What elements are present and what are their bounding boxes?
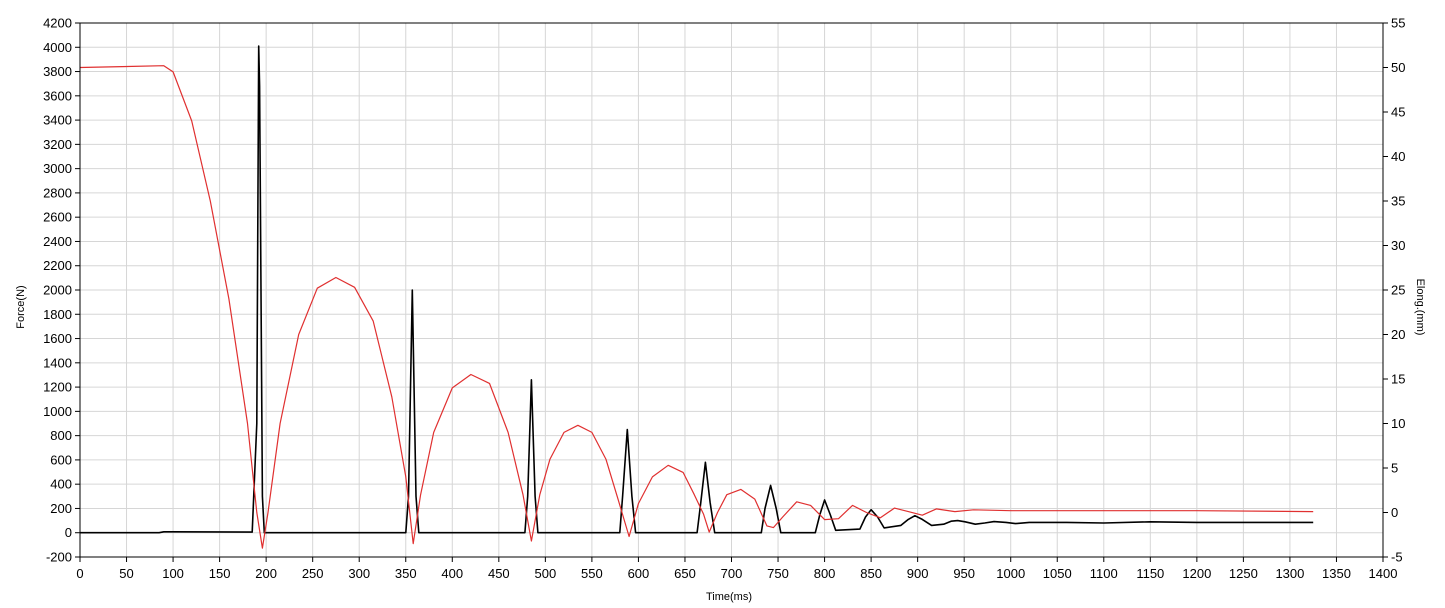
x-tick-label: 750 xyxy=(767,566,789,581)
y-tick-label: 2200 xyxy=(43,258,72,273)
x-tick-label: 1050 xyxy=(1043,566,1072,581)
y-tick-label: 600 xyxy=(50,452,72,467)
y-tick-label: 0 xyxy=(65,525,72,540)
grid-layer xyxy=(79,22,1384,558)
x-tick-label: 100 xyxy=(162,566,184,581)
x-tick-label: 700 xyxy=(721,566,743,581)
y-tick-label: 2800 xyxy=(43,185,72,200)
y-tick-label: 1800 xyxy=(43,307,72,322)
y-tick-label: 400 xyxy=(50,477,72,492)
x-tick-label: 300 xyxy=(348,566,370,581)
y2-tick-label: 5 xyxy=(1391,461,1398,476)
y2-tick-label: 30 xyxy=(1391,238,1405,253)
y-tick-label: 3800 xyxy=(43,64,72,79)
x-tick-label: 1400 xyxy=(1369,566,1398,581)
y-axis-left-title: Force(N) xyxy=(15,285,27,328)
y-tick-label: 4200 xyxy=(43,16,72,31)
y2-tick-label: 45 xyxy=(1391,105,1405,120)
x-tick-label: 350 xyxy=(395,566,417,581)
x-tick-label: 1250 xyxy=(1229,566,1258,581)
y-tick-label: 200 xyxy=(50,501,72,516)
x-tick-label: 1300 xyxy=(1275,566,1304,581)
y-tick-label: 1600 xyxy=(43,331,72,346)
x-tick-label: 650 xyxy=(674,566,696,581)
y-tick-label: 2600 xyxy=(43,210,72,225)
y-axis-right-title: Elong.(mm) xyxy=(1414,279,1426,336)
x-tick-label: 800 xyxy=(814,566,836,581)
y-tick-label: 2400 xyxy=(43,234,72,249)
y-tick-label: 4000 xyxy=(43,40,72,55)
y2-tick-label: 15 xyxy=(1391,372,1405,387)
x-tick-label: 1100 xyxy=(1090,566,1118,581)
x-tick-label: 0 xyxy=(76,566,83,581)
y2-tick-label: 35 xyxy=(1391,194,1405,209)
x-tick-label: 450 xyxy=(488,566,510,581)
x-tick-label: 1200 xyxy=(1182,566,1211,581)
x-tick-label: 1000 xyxy=(996,566,1025,581)
y-tick-label: 3200 xyxy=(43,137,72,152)
y2-tick-label: 55 xyxy=(1391,16,1405,31)
y-tick-label: -200 xyxy=(46,550,72,565)
y-tick-label: 1000 xyxy=(43,404,72,419)
y2-tick-label: 50 xyxy=(1391,60,1405,75)
y-tick-label: 3600 xyxy=(43,88,72,103)
x-tick-label: 1150 xyxy=(1136,566,1164,581)
x-tick-label: 500 xyxy=(535,566,557,581)
y2-tick-label: 40 xyxy=(1391,149,1405,164)
y-tick-label: 2000 xyxy=(43,283,72,298)
y2-tick-label: 25 xyxy=(1391,283,1405,298)
chart-container: 0 50 100 150 200 250 300 350 400 450 500 550 600 650 7… xyxy=(0,0,1445,608)
y2-tick-label: 10 xyxy=(1391,416,1405,431)
x-tick-label: 50 xyxy=(119,566,133,581)
y2-tick-label: -5 xyxy=(1391,550,1403,565)
y-tick-label: 1400 xyxy=(43,355,72,370)
x-tick-label: 150 xyxy=(209,566,231,581)
x-axis-title: Time(ms) xyxy=(706,591,752,603)
x-tick-label: 250 xyxy=(302,566,324,581)
dual-axis-line-chart: 0 50 100 150 200 250 300 350 400 450 500 550 600 650 7… xyxy=(15,16,1426,604)
x-tick-label: 200 xyxy=(255,566,277,581)
x-tick-label: 1350 xyxy=(1322,566,1351,581)
x-tick-label: 900 xyxy=(907,566,929,581)
x-tick-label: 550 xyxy=(581,566,603,581)
y2-tick-label: 0 xyxy=(1391,505,1398,520)
x-tick-label: 400 xyxy=(441,566,463,581)
y-tick-label: 3400 xyxy=(43,113,72,128)
y-tick-label: 1200 xyxy=(43,380,72,395)
y2-tick-label: 20 xyxy=(1391,327,1405,342)
y-tick-label: 3000 xyxy=(43,161,72,176)
y-tick-label: 800 xyxy=(50,428,72,443)
x-tick-label: 850 xyxy=(860,566,882,581)
x-tick-label: 600 xyxy=(628,566,650,581)
x-tick-label: 950 xyxy=(953,566,975,581)
